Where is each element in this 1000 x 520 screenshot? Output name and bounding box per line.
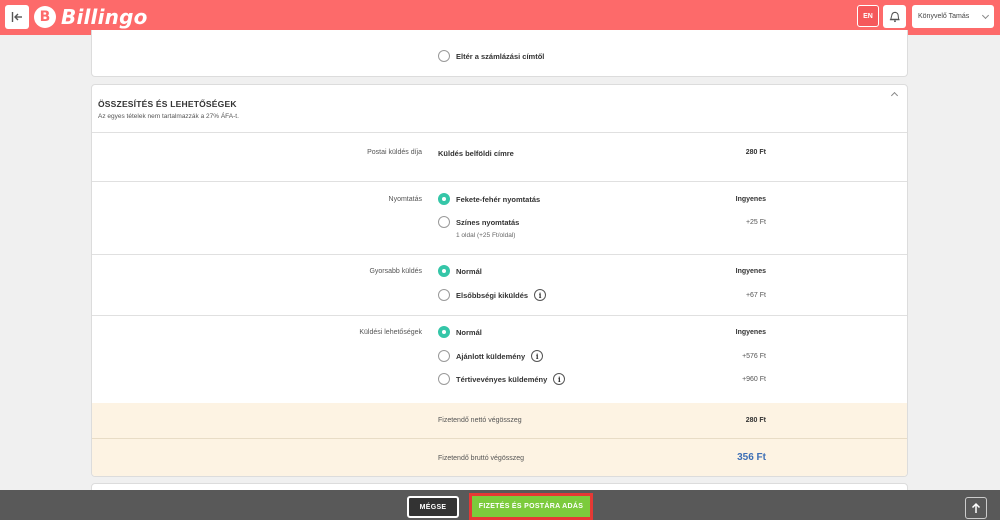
notifications-button[interactable] <box>883 5 906 28</box>
postal-fee-label: Postai küldés díja <box>367 149 422 156</box>
delivery-return-receipt-option[interactable]: Tértivevényes küldemény i <box>438 373 566 385</box>
divider <box>92 181 907 182</box>
divider <box>92 132 907 133</box>
net-total-value: 280 Ft <box>745 417 766 424</box>
speed-priority-radio[interactable] <box>438 289 450 301</box>
printing-color-option[interactable]: Színes nyomtatás <box>438 216 519 228</box>
gross-total-row: Fizetendő bruttó végösszeg 356 Ft <box>92 439 907 476</box>
speed-normal-price: Ingyenes <box>735 268 766 275</box>
divider <box>92 254 907 255</box>
printing-color-radio[interactable] <box>438 216 450 228</box>
postal-fee-price: 280 Ft <box>745 149 766 156</box>
address-differs-option[interactable]: Eltér a számlázási címtől <box>438 50 544 62</box>
printing-bw-option[interactable]: Fekete-fehér nyomtatás <box>438 193 540 205</box>
speed-normal-radio[interactable] <box>438 265 450 277</box>
printing-label: Nyomtatás <box>388 196 422 203</box>
collapse-left-icon <box>11 12 22 22</box>
printing-color-label: Színes nyomtatás <box>456 217 520 227</box>
language-button[interactable]: EN <box>857 5 879 27</box>
cancel-button[interactable]: MÉGSE <box>407 496 459 518</box>
printing-color-note: 1 oldal (+25 Ft/oldal) <box>456 232 516 239</box>
bottom-action-bar: MÉGSE FIZETÉS ÉS POSTÁRA ADÁS <box>0 490 1000 520</box>
speed-priority-price: +67 Ft <box>745 292 766 299</box>
section-subtitle: Az egyes tételek nem tartalmazzák a 27% … <box>98 113 239 120</box>
delivery-registered-radio[interactable] <box>438 350 450 362</box>
postal-fee-value: Küldés belföldi címre <box>438 149 514 158</box>
printing-bw-price: Ingyenes <box>735 196 766 203</box>
delivery-return-receipt-price: +960 Ft <box>742 376 766 383</box>
printing-bw-radio[interactable] <box>438 193 450 205</box>
section-title: ÖSSZESÍTÉS ÉS LEHETŐSÉGEK <box>98 99 237 109</box>
delivery-return-receipt-label: Tértivevényes küldemény <box>456 374 548 384</box>
delivery-normal-price: Ingyenes <box>735 329 766 336</box>
speed-normal-label: Normál <box>456 266 482 276</box>
summary-options-card: ÖSSZESÍTÉS ÉS LEHETŐSÉGEK Az egyes tétel… <box>91 84 908 477</box>
delivery-normal-radio[interactable] <box>438 326 450 338</box>
address-differs-label: Eltér a számlázási címtől <box>456 51 545 61</box>
brand-logo-icon: B <box>34 6 56 28</box>
delivery-return-receipt-radio[interactable] <box>438 373 450 385</box>
gross-total-label: Fizetendő bruttó végösszeg <box>438 455 524 462</box>
speed-label: Gyorsabb küldés <box>369 268 422 275</box>
speed-priority-label: Elsőbbségi kiküldés <box>456 290 529 300</box>
scroll-to-top-button[interactable] <box>965 497 987 519</box>
info-icon[interactable]: i <box>531 350 544 362</box>
info-icon[interactable]: i <box>553 373 566 385</box>
gross-total-value: 356 Ft <box>737 452 766 463</box>
speed-priority-option[interactable]: Elsőbbségi kiküldés i <box>438 289 547 301</box>
user-name: Könyvelő Tamás <box>918 13 970 20</box>
bell-icon <box>889 11 900 23</box>
address-differs-radio[interactable] <box>438 50 450 62</box>
delivery-normal-option[interactable]: Normál <box>438 326 482 338</box>
address-card: Eltér a számlázási címtől <box>91 30 908 77</box>
printing-bw-label: Fekete-fehér nyomtatás <box>456 194 541 204</box>
user-menu[interactable]: Könyvelő Tamás <box>912 5 994 28</box>
pay-and-post-button[interactable]: FIZETÉS ÉS POSTÁRA ADÁS <box>469 493 593 520</box>
net-total-label: Fizetendő nettó végösszeg <box>438 417 522 424</box>
chevron-down-icon <box>981 11 990 20</box>
delivery-label: Küldési lehetőségek <box>359 329 422 336</box>
brand-logo[interactable]: B Billingo <box>34 4 148 30</box>
info-icon[interactable]: i <box>534 289 547 301</box>
delivery-normal-label: Normál <box>456 327 482 337</box>
brand-name: Billingo <box>61 5 148 29</box>
divider <box>92 315 907 316</box>
printing-color-price: +25 Ft <box>745 219 766 226</box>
delivery-registered-price: +576 Ft <box>742 353 766 360</box>
speed-normal-option[interactable]: Normál <box>438 265 482 277</box>
delivery-registered-label: Ajánlott küldemény <box>456 351 526 361</box>
sidebar-collapse-button[interactable] <box>5 5 29 29</box>
arrow-up-icon <box>971 502 981 513</box>
delivery-registered-option[interactable]: Ajánlott küldemény i <box>438 350 544 362</box>
net-total-row: Fizetendő nettó végösszeg 280 Ft <box>92 403 907 438</box>
chevron-up-icon[interactable] <box>890 91 899 100</box>
